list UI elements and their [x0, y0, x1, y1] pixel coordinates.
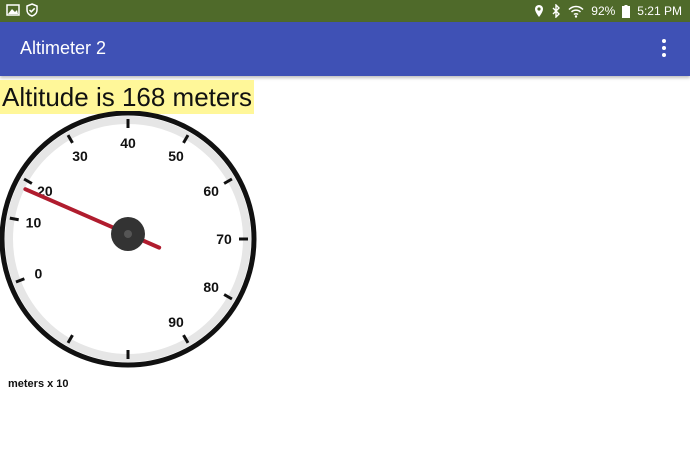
location-pin-icon — [535, 5, 544, 17]
gauge-label-90: 90 — [168, 314, 184, 330]
status-bar: 92% 5:21 PM — [0, 0, 690, 22]
gauge-label-80: 80 — [203, 279, 219, 295]
more-vert-icon[interactable] — [654, 39, 674, 59]
gauge-label-10: 10 — [26, 214, 42, 230]
units-label: meters x 10 — [8, 378, 69, 390]
clock-time: 5:21 PM — [637, 4, 682, 18]
gauge-label-0: 0 — [34, 265, 42, 281]
shield-check-icon — [26, 3, 38, 17]
gauge-label-30: 30 — [72, 148, 88, 164]
gauge-hub-center — [124, 230, 132, 238]
battery-percent: 92% — [591, 4, 616, 18]
status-right-icons: 92% 5:21 PM — [534, 3, 682, 19]
gauge-label-60: 60 — [203, 183, 219, 199]
gauge-label-40: 40 — [120, 135, 136, 151]
image-icon — [6, 4, 20, 16]
app-title: Altimeter 2 — [20, 38, 107, 58]
gauge-tick — [9, 216, 19, 222]
bluetooth-icon — [552, 4, 561, 18]
battery-icon — [622, 4, 631, 18]
gauge-label-70: 70 — [216, 231, 232, 247]
gauge-dial: 0102030405060708090 — [0, 110, 257, 368]
wifi-icon — [568, 5, 584, 18]
gauge-label-50: 50 — [168, 148, 184, 164]
altimeter-gauge: 0 10 20 30 40 50 60 70 80 90 — [0, 110, 262, 373]
altitude-readout: Altitude is 168 meters — [0, 80, 255, 114]
status-left-icons — [6, 3, 38, 17]
app-bar: Altimeter 2 — [0, 22, 690, 76]
